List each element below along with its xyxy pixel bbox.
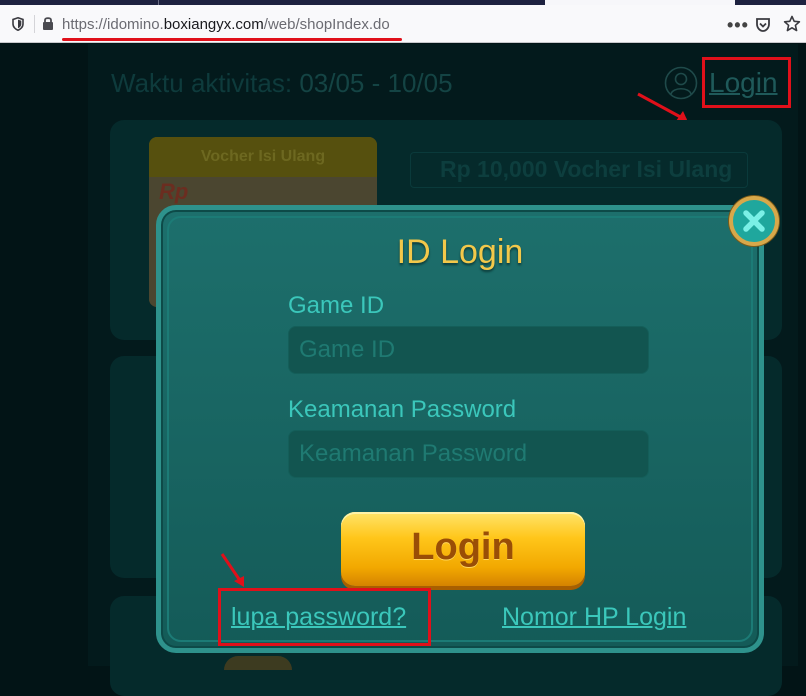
url-host: boxiangyx.com: [163, 16, 264, 33]
url-text[interactable]: https://idomino.boxiangyx.com/web/shopIn…: [62, 16, 390, 33]
login-button[interactable]: Login: [341, 512, 585, 586]
voucher-image-header: Vocher Isi Ulang: [149, 137, 377, 177]
id-login-modal: ID Login Game ID Keamanan Password Login…: [156, 205, 764, 653]
annotation-box: [702, 57, 791, 108]
game-id-field[interactable]: [288, 326, 649, 374]
game-id-label: Game ID: [288, 292, 385, 319]
address-divider: [34, 15, 35, 33]
activity-period: Waktu aktivitas: 03/05 - 10/05: [111, 68, 453, 99]
password-label: Keamanan Password: [288, 396, 517, 423]
url-scheme: https://idomino.: [62, 16, 164, 33]
address-bar[interactable]: https://idomino.boxiangyx.com/web/shopIn…: [0, 5, 806, 43]
voucher-title: Rp 10,000 Vocher Isi Ulang: [440, 156, 733, 182]
close-icon: [743, 210, 765, 232]
annotation-arrow: [220, 553, 244, 587]
url-path: /web/shopIndex.do: [263, 16, 390, 33]
forgot-password-link[interactable]: lupa password?: [231, 603, 406, 632]
activity-label: Waktu aktivitas:: [111, 68, 300, 98]
modal-title: ID Login: [396, 233, 524, 271]
annotation-underline: [62, 38, 402, 41]
more-icon[interactable]: •••: [727, 15, 749, 36]
close-modal-button[interactable]: [729, 196, 779, 246]
phone-login-link[interactable]: Nomor HP Login: [502, 603, 686, 632]
lock-icon[interactable]: [42, 16, 54, 30]
game-id-input[interactable]: [289, 327, 648, 373]
coin-image: [224, 656, 292, 670]
activity-dates: 03/05 - 10/05: [299, 68, 453, 98]
voucher-currency: Rp: [159, 179, 189, 204]
login-button-label: Login: [411, 526, 515, 568]
star-icon[interactable]: [783, 15, 801, 33]
password-input[interactable]: [289, 431, 648, 477]
password-field[interactable]: [288, 430, 649, 478]
shield-icon[interactable]: [12, 17, 24, 31]
pocket-icon[interactable]: [755, 17, 771, 33]
